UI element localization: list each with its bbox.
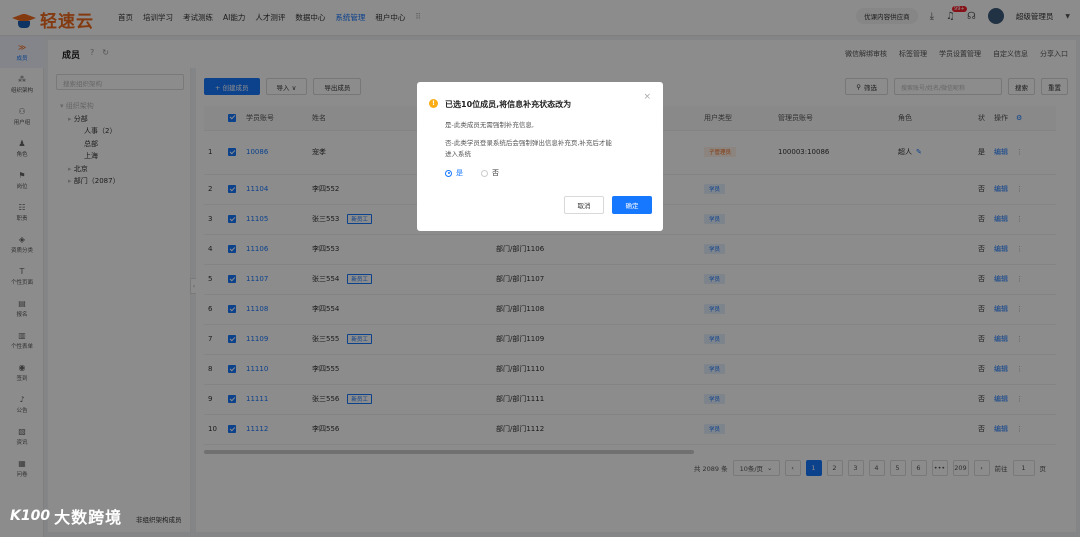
radio-no-dot bbox=[481, 169, 488, 177]
watermark: K100 大数跨境 bbox=[10, 504, 122, 528]
dialog-buttons: 取消 确定 bbox=[564, 196, 652, 214]
cancel-button[interactable]: 取消 bbox=[564, 196, 604, 214]
status-change-dialog: ! × 已选10位成员,将信息补充状态改为 是-此类成员无需强制补充信息, 否-… bbox=[417, 82, 663, 231]
close-icon[interactable]: × bbox=[643, 92, 651, 102]
radio-no-label: 否 bbox=[492, 169, 499, 177]
dialog-desc-no: 否-此类学员登录系统后会强制弹出信息补充页,补充后才能 bbox=[445, 139, 612, 147]
dialog-desc-no-cont: 进入系统 bbox=[445, 150, 471, 158]
radio-no[interactable]: 否 bbox=[481, 168, 499, 178]
radio-yes-label: 是 bbox=[456, 169, 463, 177]
radio-yes-dot bbox=[445, 169, 452, 177]
watermark-text: 大数跨境 bbox=[54, 508, 123, 527]
modal-overlay[interactable] bbox=[0, 0, 1080, 537]
dialog-desc-yes: 是-此类成员无需强制补充信息, bbox=[445, 121, 534, 129]
dialog-title: 已选10位成员,将信息补充状态改为 bbox=[445, 100, 572, 109]
watermark-logo: K100 bbox=[10, 508, 51, 524]
warning-icon: ! bbox=[429, 99, 438, 108]
radio-yes[interactable]: 是 bbox=[445, 168, 463, 178]
confirm-button[interactable]: 确定 bbox=[612, 196, 652, 214]
status-radio-group: 是 否 bbox=[445, 168, 499, 178]
